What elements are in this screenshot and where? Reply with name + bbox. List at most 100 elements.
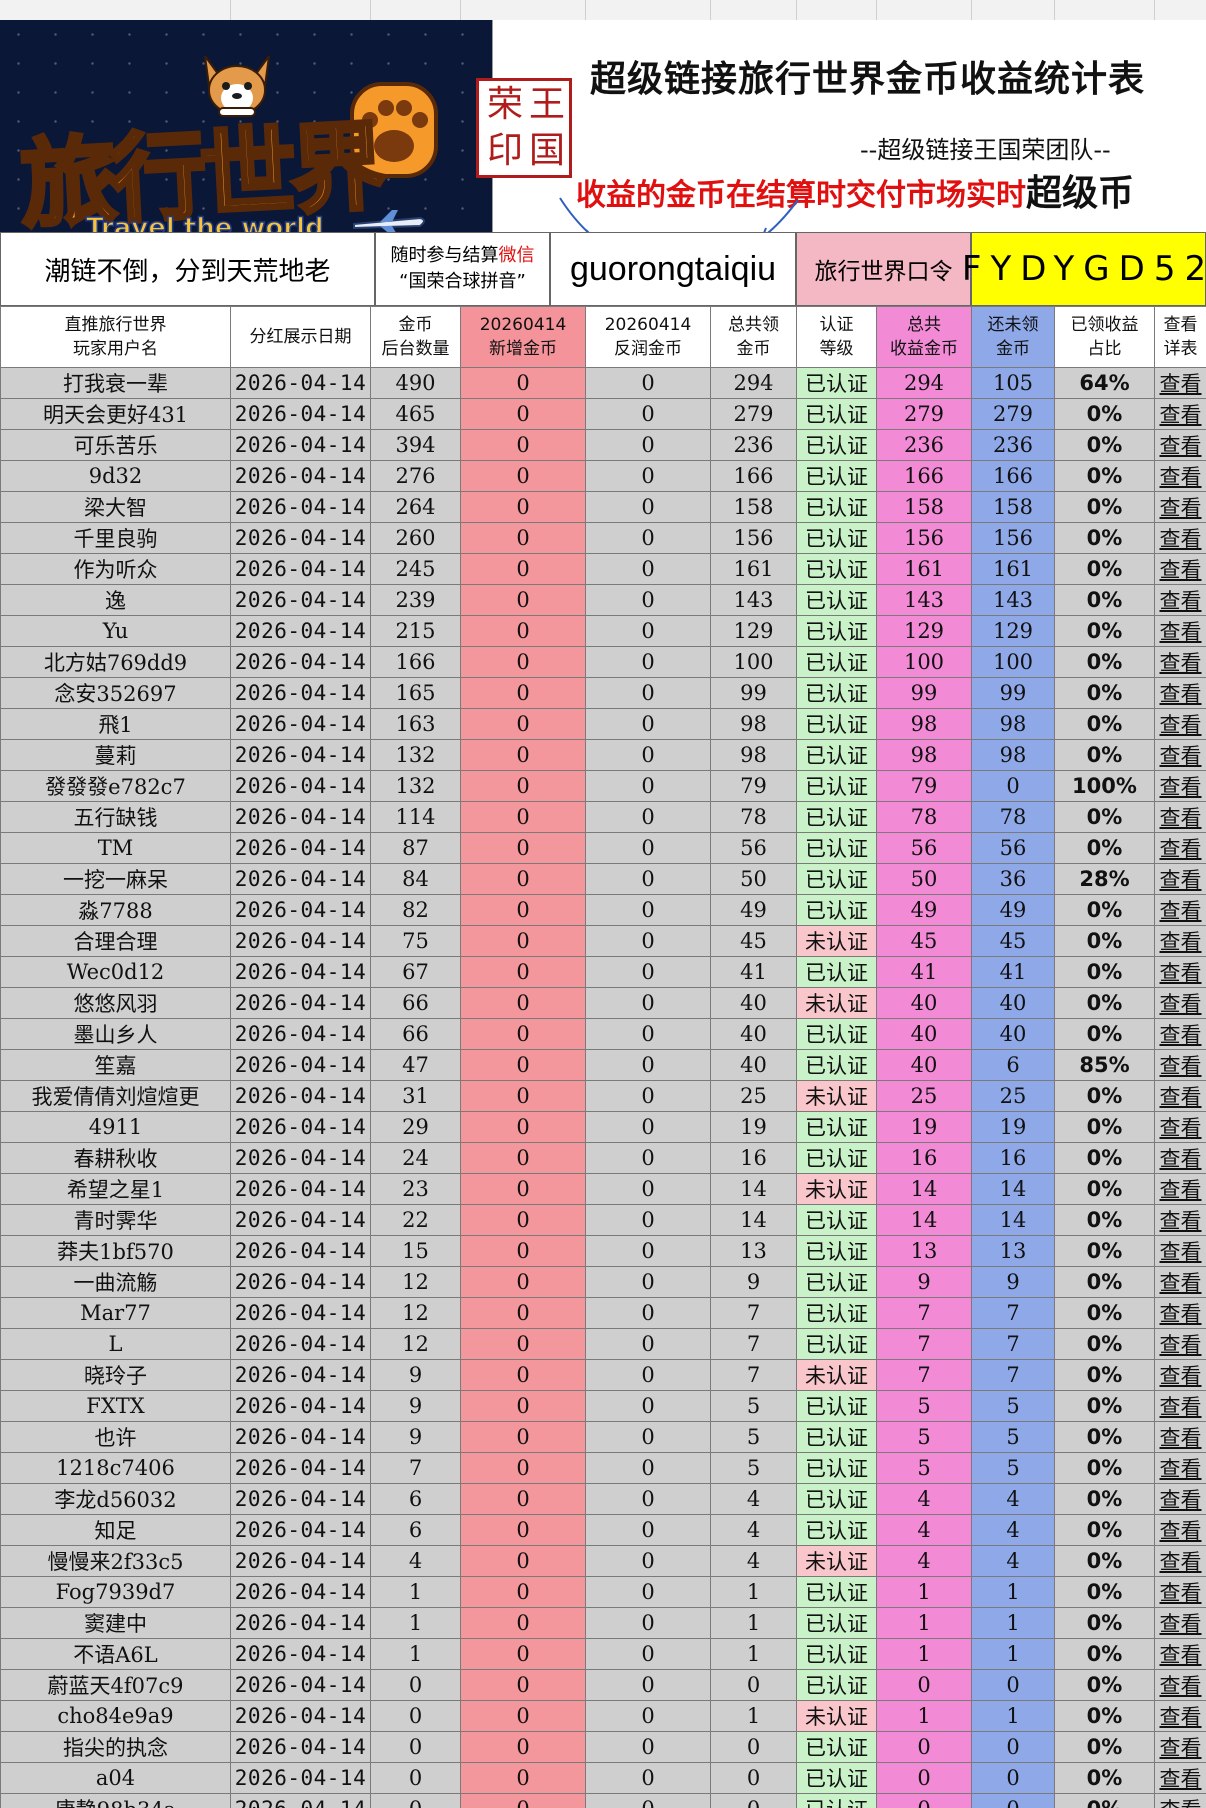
claimed-ratio: 0% [1054,1514,1155,1546]
new-coins: 0 [460,1514,586,1546]
claimed-ratio: 0% [1054,1080,1155,1112]
view-detail-link[interactable]: 查看 [1154,460,1206,492]
view-detail-link[interactable]: 查看 [1154,1111,1206,1143]
total-coins: 49 [876,894,972,926]
view-detail-link[interactable]: 查看 [1154,553,1206,585]
view-detail-link[interactable]: 查看 [1154,1080,1206,1112]
view-detail-link[interactable]: 查看 [1154,1173,1206,1205]
view-detail-link[interactable]: 查看 [1154,1235,1206,1267]
view-detail-link[interactable]: 查看 [1154,1731,1206,1763]
view-detail-link[interactable]: 查看 [1154,1421,1206,1453]
backend-qty: 23 [370,1173,461,1205]
view-detail-link[interactable]: 查看 [1154,615,1206,647]
view-detail-link[interactable]: 查看 [1154,1452,1206,1484]
view-detail-link[interactable]: 查看 [1154,925,1206,957]
remaining-coins: 98 [971,708,1055,740]
view-detail-link[interactable]: 查看 [1154,1514,1206,1546]
view-detail-link[interactable]: 查看 [1154,398,1206,430]
new-coins: 0 [460,1235,586,1267]
view-detail-link[interactable]: 查看 [1154,739,1206,771]
backend-qty: 132 [370,739,461,771]
view-detail-link[interactable]: 查看 [1154,1018,1206,1050]
view-detail-link[interactable]: 查看 [1154,1142,1206,1174]
view-detail-link[interactable]: 查看 [1154,584,1206,616]
rebate-coins: 0 [585,894,711,926]
dividend-date: 2026-04-14 [230,1669,371,1701]
table-row: 9d32 2026-04-14 276 0 0 166 已认证 166 166 0% 查看 [0,460,1206,492]
view-detail-link[interactable]: 查看 [1154,770,1206,802]
view-detail-link[interactable]: 查看 [1154,832,1206,864]
view-detail-link[interactable]: 查看 [1154,367,1206,399]
view-detail-link[interactable]: 查看 [1154,1607,1206,1639]
remaining-coins: 40 [971,987,1055,1019]
claimed-coins: 1 [710,1607,797,1639]
view-detail-link[interactable]: 查看 [1154,1297,1206,1329]
backend-qty: 12 [370,1266,461,1298]
player-name: 4911 [0,1111,231,1143]
col-header-pct: 已领收益 占比 [1054,306,1155,368]
new-coins: 0 [460,491,586,523]
claimed-ratio: 0% [1054,1328,1155,1360]
view-detail-link[interactable]: 查看 [1154,1390,1206,1422]
rebate-coins: 0 [585,615,711,647]
backend-qty: 9 [370,1359,461,1391]
rebate-coins: 0 [585,1669,711,1701]
remaining-coins: 100 [971,646,1055,678]
remaining-coins: 13 [971,1235,1055,1267]
rebate-coins: 0 [585,832,711,864]
view-detail-link[interactable]: 查看 [1154,1793,1206,1808]
new-coins: 0 [460,1080,586,1112]
total-coins: 1 [876,1607,972,1639]
view-detail-link[interactable]: 查看 [1154,1762,1206,1794]
view-detail-link[interactable]: 查看 [1154,708,1206,740]
player-name: 笙嘉 [0,1049,231,1081]
player-name: 蔚蓝天4f07c9 [0,1669,231,1701]
total-coins: 158 [876,491,972,523]
claimed-ratio: 28% [1054,863,1155,895]
view-detail-link[interactable]: 查看 [1154,1576,1206,1608]
view-detail-link[interactable]: 查看 [1154,1204,1206,1236]
view-detail-link[interactable]: 查看 [1154,1483,1206,1515]
cert-status: 已认证 [796,1514,877,1546]
cert-status: 已认证 [796,1669,877,1701]
claimed-coins: 99 [710,677,797,709]
view-detail-link[interactable]: 查看 [1154,1359,1206,1391]
new-coins: 0 [460,1018,586,1050]
backend-qty: 114 [370,801,461,833]
view-detail-link[interactable]: 查看 [1154,1545,1206,1577]
view-detail-link[interactable]: 查看 [1154,987,1206,1019]
cert-status: 已认证 [796,553,877,585]
view-detail-link[interactable]: 查看 [1154,801,1206,833]
backend-qty: 15 [370,1235,461,1267]
total-coins: 7 [876,1297,972,1329]
claimed-ratio: 0% [1054,1793,1155,1808]
cert-status: 未认证 [796,1080,877,1112]
claimed-ratio: 0% [1054,1576,1155,1608]
view-detail-link[interactable]: 查看 [1154,522,1206,554]
view-detail-link[interactable]: 查看 [1154,956,1206,988]
view-detail-link[interactable]: 查看 [1154,491,1206,523]
view-detail-link[interactable]: 查看 [1154,1049,1206,1081]
view-detail-link[interactable]: 查看 [1154,1266,1206,1298]
view-detail-link[interactable]: 查看 [1154,1328,1206,1360]
statistics-sheet: 旅行世界 Travel the world 荣 王 印 国 超级链接旅行世界金币… [0,0,1206,1808]
airplane-icon [353,210,425,232]
total-coins: 5 [876,1390,972,1422]
view-detail-link[interactable]: 查看 [1154,646,1206,678]
view-detail-link[interactable]: 查看 [1154,677,1206,709]
view-detail-link[interactable]: 查看 [1154,1638,1206,1670]
view-detail-link[interactable]: 查看 [1154,863,1206,895]
remaining-coins: 19 [971,1111,1055,1143]
dividend-date: 2026-04-14 [230,491,371,523]
rebate-coins: 0 [585,398,711,430]
table-row: 墨山乡人 2026-04-14 66 0 0 40 已认证 40 40 0% 查看 [0,1018,1206,1050]
dividend-date: 2026-04-14 [230,1514,371,1546]
dividend-date: 2026-04-14 [230,987,371,1019]
view-detail-link[interactable]: 查看 [1154,1669,1206,1701]
remaining-coins: 5 [971,1421,1055,1453]
new-coins: 0 [460,1111,586,1143]
view-detail-link[interactable]: 查看 [1154,429,1206,461]
view-detail-link[interactable]: 查看 [1154,894,1206,926]
seal-stamp-icon: 荣 王 印 国 [476,78,572,178]
view-detail-link[interactable]: 查看 [1154,1700,1206,1732]
